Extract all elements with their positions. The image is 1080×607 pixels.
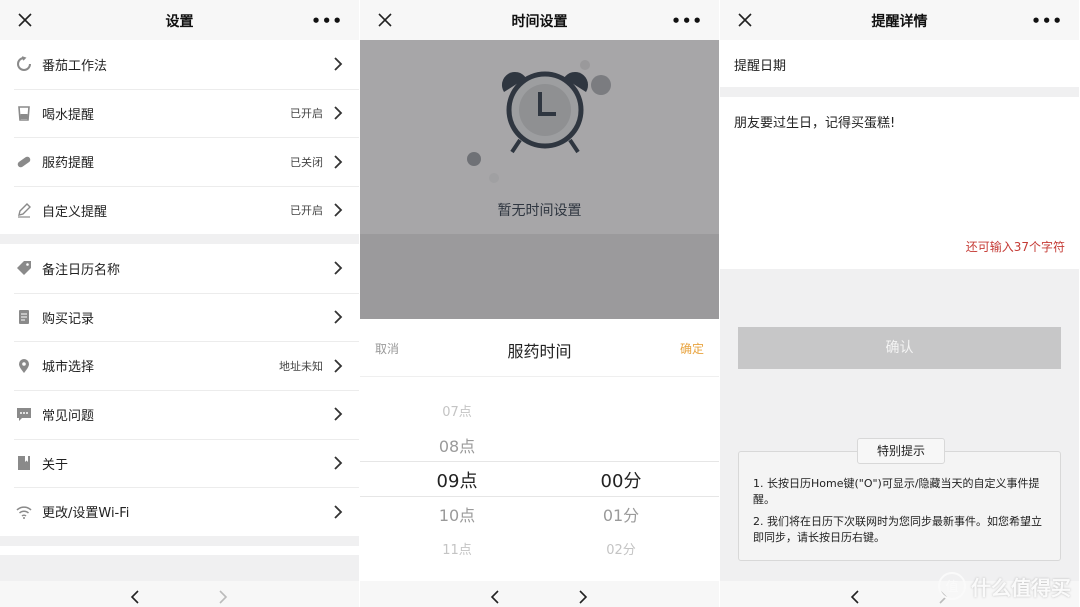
- date-label: 提醒日期: [734, 59, 787, 74]
- settings-panel: 设置 ••• 番茄工作法 喝水提醒 已开启 服药提醒 已关闭 自定义提醒 已开启…: [0, 0, 359, 607]
- empty-state-text: 暂无时间设置: [497, 203, 582, 219]
- minute-option[interactable]: 02分: [581, 539, 661, 558]
- picker-selection-line-bottom: [360, 496, 719, 497]
- chevron-right-icon: [334, 203, 343, 218]
- minute-option-selected[interactable]: 00分: [581, 467, 661, 493]
- list-item-water[interactable]: 喝水提醒 已开启: [0, 88, 359, 138]
- list-item-label: 关于: [42, 457, 69, 473]
- watermark-logo-icon: 值: [938, 572, 966, 600]
- tag-icon: [16, 260, 32, 276]
- forward-arrow-icon[interactable]: [218, 590, 228, 604]
- list-item-city[interactable]: 城市选择 地址未知: [0, 341, 359, 390]
- picker-selection-line-top: [360, 461, 719, 462]
- settings-group-reminders: 番茄工作法 喝水提醒 已开启 服药提醒 已关闭 自定义提醒 已开启: [0, 40, 359, 234]
- list-item-wifi[interactable]: 更改/设置Wi-Fi: [0, 487, 359, 536]
- list-item-medicine[interactable]: 服药提醒 已关闭: [0, 137, 359, 186]
- settings-navbar: 设置 •••: [0, 0, 359, 40]
- more-menu-icon[interactable]: •••: [311, 12, 343, 30]
- chevron-right-icon: [334, 155, 343, 169]
- settings-group-empty: [0, 546, 359, 555]
- page-title: 提醒详情: [871, 14, 928, 30]
- time-settings-panel: 时间设置 ••• 暂无时间设置 取消 服药时间 确定 07点 08点 09点 1…: [360, 0, 719, 607]
- alarm-clock-icon: [467, 60, 611, 183]
- list-item-label: 城市选择: [42, 360, 95, 376]
- browser-toolbar: [360, 581, 719, 607]
- list-item-label: 服药提醒: [42, 156, 95, 172]
- list-item-calendar-name[interactable]: 备注日历名称: [0, 244, 359, 293]
- reminder-detail-panel: 提醒详情 ••• 提醒日期 朋友要过生日，记得买蛋糕! 还可输入37个字符 确认…: [720, 0, 1079, 607]
- modal-overlay[interactable]: [360, 234, 719, 319]
- confirm-button[interactable]: 确认: [738, 327, 1061, 369]
- tip-item: 2. 我们将在日历下次联网时为您同步最新事件。如您希望立即同步，请长按日历右键。: [753, 515, 1042, 544]
- picker-title: 服药时间: [507, 342, 572, 361]
- time-settings-navbar: 时间设置 •••: [360, 0, 719, 40]
- minute-option[interactable]: 01分: [581, 502, 661, 526]
- forward-arrow-icon[interactable]: [578, 590, 588, 604]
- list-item-label: 喝水提醒: [42, 107, 95, 123]
- more-menu-icon[interactable]: •••: [1031, 12, 1063, 30]
- watermark-text: 什么值得买: [971, 575, 1071, 600]
- chevron-right-icon: [334, 310, 343, 324]
- status-text: 已开启: [290, 107, 323, 121]
- watermark: 值 什么值得买: [937, 571, 1071, 601]
- list-item-label: 常见问题: [42, 408, 95, 424]
- list-item-label: 自定义提醒: [42, 204, 108, 220]
- bookmark-icon: [16, 455, 32, 471]
- pencil-icon: [16, 202, 32, 219]
- status-text: 已开启: [290, 204, 323, 218]
- list-item-faq[interactable]: 常见问题: [0, 390, 359, 439]
- note-text[interactable]: 朋友要过生日，记得买蛋糕!: [734, 112, 895, 131]
- list-item-purchases[interactable]: 购买记录: [0, 292, 359, 342]
- chevron-right-icon: [334, 57, 343, 71]
- tips-box: 1. 长按日历Home键("O")可显示/隐藏当天的自定义事件提醒。 2. 我们…: [738, 451, 1061, 561]
- list-item-custom[interactable]: 自定义提醒 已开启: [0, 186, 359, 235]
- hour-option-selected[interactable]: 09点: [417, 467, 497, 493]
- chevron-right-icon: [334, 407, 343, 422]
- back-arrow-icon[interactable]: [850, 590, 860, 604]
- page-title: 设置: [165, 14, 194, 30]
- list-item-label: 更改/设置Wi-Fi: [42, 506, 130, 522]
- list-item-label: 备注日历名称: [42, 262, 121, 278]
- tip-item: 1. 长按日历Home键("O")可显示/隐藏当天的自定义事件提醒。: [753, 477, 1040, 506]
- hour-option[interactable]: 08点: [417, 433, 497, 457]
- tomato-timer-icon: [16, 56, 32, 72]
- chevron-right-icon: [334, 261, 343, 275]
- tips-title: 特别提示: [857, 438, 945, 464]
- settings-group-general: 备注日历名称 购买记录 城市选择 地址未知 常见问题 关于 更改/设置Wi-Fi: [0, 244, 359, 536]
- picker-header: 取消 服药时间 确定: [360, 319, 719, 377]
- pill-icon: [16, 154, 32, 170]
- status-text: 地址未知: [279, 359, 323, 373]
- watermark-logo-glyph: 值: [945, 579, 958, 595]
- char-counter: 还可输入37个字符: [965, 240, 1065, 254]
- time-picker: 07点 08点 09点 10点 11点 00分 01分 02分: [360, 377, 719, 580]
- chevron-right-icon: [334, 106, 343, 120]
- list-item-label: 番茄工作法: [42, 58, 108, 74]
- wifi-icon: [16, 504, 32, 520]
- list-item-pomodoro[interactable]: 番茄工作法: [0, 40, 359, 89]
- water-cup-icon: [16, 105, 32, 121]
- chat-bubble-icon: [16, 406, 32, 422]
- receipt-icon: [16, 309, 32, 325]
- hour-option[interactable]: 11点: [417, 539, 497, 558]
- list-item-label: 购买记录: [42, 311, 95, 327]
- more-menu-icon[interactable]: •••: [671, 12, 703, 30]
- hour-option[interactable]: 07点: [417, 401, 497, 420]
- chevron-right-icon: [334, 359, 343, 373]
- list-item-about[interactable]: 关于: [0, 438, 359, 488]
- hour-option[interactable]: 10点: [417, 502, 497, 526]
- back-arrow-icon[interactable]: [490, 590, 500, 604]
- note-textarea[interactable]: 朋友要过生日，记得买蛋糕! 还可输入37个字符: [720, 97, 1079, 269]
- status-text: 已关闭: [290, 155, 323, 169]
- back-arrow-icon[interactable]: [130, 590, 140, 604]
- location-pin-icon: [16, 358, 32, 374]
- confirm-button[interactable]: 确定: [680, 340, 704, 357]
- browser-toolbar: [0, 581, 359, 607]
- chevron-right-icon: [334, 505, 343, 519]
- date-field[interactable]: 提醒日期: [720, 40, 1079, 87]
- empty-state-area: 暂无时间设置: [360, 40, 719, 234]
- page-title: 时间设置: [511, 14, 568, 30]
- chevron-right-icon: [334, 456, 343, 470]
- reminder-detail-navbar: 提醒详情 •••: [720, 0, 1079, 40]
